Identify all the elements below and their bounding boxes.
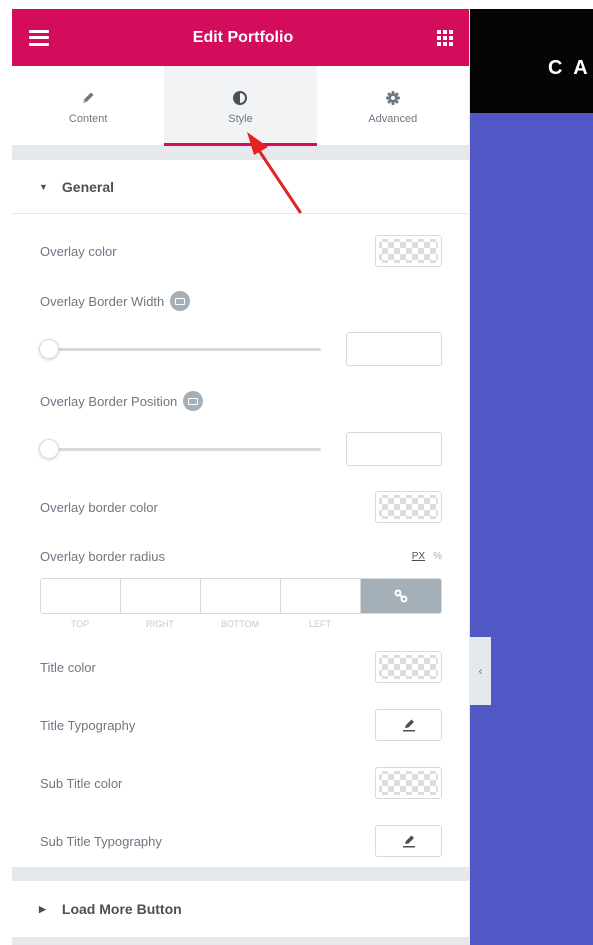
collapse-panel-button[interactable]: ‹ (470, 637, 491, 705)
caret-down-icon: ▼ (39, 181, 48, 192)
radius-left-input[interactable] (281, 579, 361, 613)
tab-advanced[interactable]: Advanced (317, 66, 469, 145)
overlay-border-position-slider[interactable] (39, 439, 321, 459)
preview-canvas[interactable] (470, 113, 593, 945)
contrast-icon (232, 87, 248, 109)
dimension-labels: Top Right Bottom Left (40, 614, 442, 634)
panel-tabs: Content Style Advanced (12, 66, 469, 146)
link-icon (394, 589, 408, 603)
sub-title-color-label: Sub Title color (40, 775, 123, 791)
section-divider (12, 867, 469, 881)
overlay-border-width-input[interactable] (346, 332, 442, 366)
panel-title: Edit Portfolio (192, 28, 294, 46)
tab-advanced-label: Advanced (368, 112, 418, 125)
chevron-left-icon: ‹ (478, 664, 483, 678)
widgets-grid-icon[interactable] (437, 29, 453, 46)
pencil-icon (80, 87, 96, 109)
overlay-color-label: Overlay color (40, 243, 117, 259)
tab-style-label: Style (228, 112, 253, 125)
preview-header: C A (470, 9, 593, 113)
responsive-device-icon[interactable] (183, 391, 204, 411)
preview-brand-text: C A (548, 57, 591, 79)
overlay-border-radius-label: Overlay border radius (40, 548, 165, 564)
unit-switcher: PX% (412, 551, 442, 562)
dim-label-bottom: Bottom (220, 619, 260, 629)
title-typography-label: Title Typography (40, 717, 136, 733)
caret-right-icon: ▶ (39, 903, 46, 914)
dim-label-left: Left (308, 619, 331, 629)
slider-handle[interactable] (39, 339, 59, 359)
tab-content[interactable]: Content (12, 66, 164, 145)
dim-label-top: Top (70, 619, 90, 629)
menu-icon[interactable] (29, 29, 49, 46)
sub-title-color-picker[interactable] (375, 767, 442, 799)
overlay-border-width-slider[interactable] (39, 339, 321, 359)
control-title-color: Title color (40, 640, 442, 694)
control-overlay-border-width: Overlay Border Width (40, 278, 442, 324)
control-overlay-border-position: Overlay Border Position (40, 378, 442, 424)
tab-content-label: Content (68, 112, 108, 125)
unit-px[interactable]: PX (412, 551, 425, 562)
section-load-more-title: Load More Button (61, 901, 182, 917)
control-overlay-border-color: Overlay border color (40, 480, 442, 534)
control-overlay-border-radius: Overlay border radius PX% (40, 534, 442, 578)
overlay-border-width-label: Overlay Border Width (40, 293, 165, 309)
overlay-border-width-slider-row (39, 324, 442, 374)
dim-label-right: Right (146, 619, 174, 629)
panel-header: Edit Portfolio (12, 9, 469, 66)
section-divider (12, 937, 469, 945)
radius-right-input[interactable] (121, 579, 201, 613)
general-controls: Overlay color Overlay Border Width Overl… (12, 224, 469, 868)
sub-title-typography-label: Sub Title Typography (40, 833, 162, 849)
overlay-border-position-input[interactable] (346, 432, 442, 466)
border-radius-dimensions (40, 578, 442, 614)
overlay-border-position-slider-row (39, 424, 442, 474)
control-sub-title-color: Sub Title color (40, 756, 442, 810)
title-color-picker[interactable] (375, 651, 442, 683)
overlay-border-position-label: Overlay Border Position (40, 393, 178, 409)
control-overlay-color: Overlay color (40, 224, 442, 278)
title-typography-edit-button[interactable] (375, 709, 442, 741)
link-values-button[interactable] (361, 579, 441, 613)
pencil-icon (402, 719, 415, 732)
sub-title-typography-edit-button[interactable] (375, 825, 442, 857)
radius-bottom-input[interactable] (201, 579, 281, 613)
overlay-border-color-label: Overlay border color (40, 499, 158, 515)
gear-icon (385, 87, 401, 109)
section-load-more-header[interactable]: ▶ Load More Button (12, 881, 469, 937)
section-divider (12, 146, 469, 160)
section-general-title: General (61, 178, 115, 195)
section-general-header[interactable]: ▼ General (12, 160, 469, 214)
responsive-device-icon[interactable] (170, 291, 191, 311)
radius-top-input[interactable] (41, 579, 121, 613)
unit-percent[interactable]: % (433, 551, 442, 562)
title-color-label: Title color (40, 659, 96, 675)
editor-panel: Edit Portfolio Content Style Advanced ▼ (12, 9, 470, 945)
overlay-border-color-picker[interactable] (375, 491, 442, 523)
pencil-icon (402, 835, 415, 848)
tab-style[interactable]: Style (164, 66, 317, 146)
control-title-typography: Title Typography (40, 698, 442, 752)
slider-handle[interactable] (39, 439, 59, 459)
control-sub-title-typography: Sub Title Typography (40, 814, 442, 868)
overlay-color-picker[interactable] (375, 235, 442, 267)
